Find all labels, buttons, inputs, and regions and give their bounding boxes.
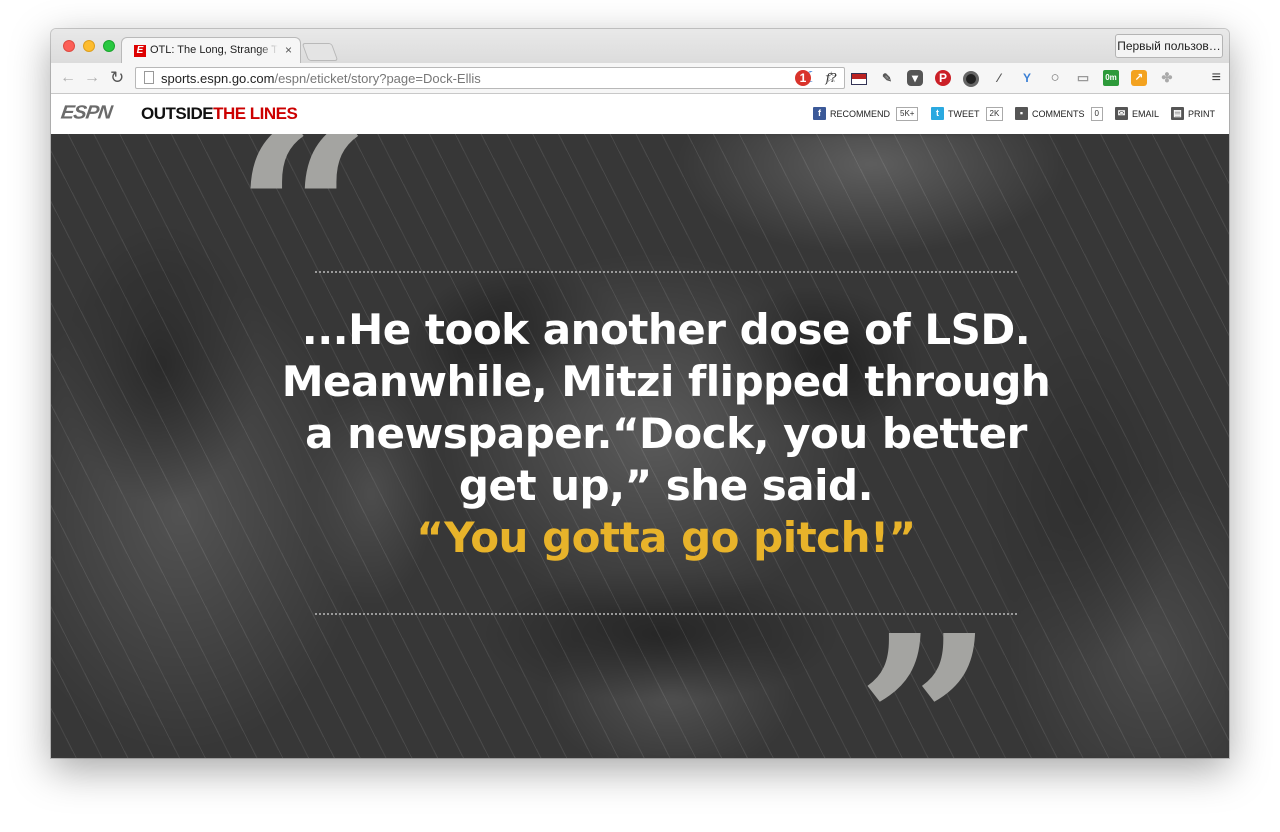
outside-the-lines-logo[interactable]: OUTSIDETHE LINES [141, 104, 298, 124]
pull-quote-text: ...He took another dose of LSD. Meanwhil… [251, 304, 1081, 564]
print-label: PRINT [1188, 109, 1215, 119]
timer-extension-icon[interactable]: 0m [1103, 70, 1119, 86]
paw-icon[interactable]: ✤ [1159, 70, 1175, 86]
recommend-button[interactable]: f RECOMMEND 5K+ [813, 107, 919, 121]
pocket-icon[interactable]: ▾ [907, 70, 923, 86]
flag-us-icon[interactable] [851, 73, 867, 85]
eyedropper-icon[interactable]: ⁄ [991, 70, 1007, 86]
reload-icon[interactable]: ↻ [110, 69, 124, 87]
back-arrow-icon[interactable]: ← [60, 69, 76, 87]
email-label: EMAIL [1132, 109, 1160, 119]
comments-button[interactable]: ▪ COMMENTS 0 [1015, 107, 1103, 121]
quote-line-4: get up,” she said. [458, 461, 874, 510]
browser-toolbar: ← → ↻ sports.espn.go.com/espn/eticket/st… [51, 63, 1229, 94]
site-header: ESPN OUTSIDETHE LINES f RECOMMEND 5K+ t TWE… [51, 94, 1229, 134]
print-button[interactable]: ▤ PRINT [1171, 107, 1215, 121]
url-text[interactable]: sports.espn.go.com/espn/eticket/story?pa… [161, 71, 481, 86]
tab-active[interactable]: E OTL: The Long, Strange Tri × [121, 37, 301, 63]
quote-line-3: a newspaper.“Dock, you better [305, 409, 1027, 458]
tweet-label: TWEET [948, 109, 980, 119]
recommend-count: 5K+ [896, 107, 919, 121]
recommend-label: RECOMMEND [830, 109, 890, 119]
tab-strip: E OTL: The Long, Strange Tri × Первый по… [51, 29, 1229, 63]
comments-count: 0 [1090, 107, 1103, 121]
close-window-button[interactable] [63, 40, 75, 52]
facebook-icon: f [813, 107, 826, 120]
quote-line-2: Meanwhile, Mitzi flipped through [281, 357, 1051, 406]
page-icon [144, 71, 154, 84]
evernote-icon[interactable]: ✎ [879, 70, 895, 86]
new-tab-button[interactable] [301, 43, 339, 61]
espn-favicon-icon: E [134, 45, 146, 57]
refresh-circle-icon[interactable]: ○ [1047, 70, 1063, 86]
url-path: /espn/eticket/story?page=Dock-Ellis [274, 71, 481, 86]
twitter-icon: t [931, 107, 944, 120]
analytics-chart-icon[interactable]: ↗ [1131, 70, 1147, 86]
tweet-count: 2K [985, 107, 1004, 121]
browser-window: E OTL: The Long, Strange Tri × Первый по… [51, 29, 1229, 758]
tweet-button[interactable]: t TWEET 2K [931, 107, 1004, 121]
otl-logo-part2: THE LINES [213, 104, 298, 123]
pull-quote-hero: “ ...He took another dose of LSD. Meanwh… [51, 134, 1229, 758]
menu-hamburger-icon[interactable]: ≡ [1212, 69, 1221, 87]
timer-extension-text: 0m [1105, 73, 1117, 82]
address-bar[interactable]: sports.espn.go.com/espn/eticket/story?pa… [135, 67, 845, 89]
print-icon: ▤ [1171, 107, 1184, 120]
profile-button[interactable]: Первый пользов… [1115, 34, 1223, 58]
dotted-divider-top [315, 271, 1017, 273]
url-host: sports.espn.go.com [161, 71, 275, 86]
extension-badge-icon[interactable]: 1 [795, 70, 811, 86]
minimize-window-button[interactable] [83, 40, 95, 52]
camera-lens-icon[interactable] [963, 71, 979, 87]
espn-logo[interactable]: ESPN [59, 103, 113, 125]
close-quote-mark: ” [856, 583, 994, 758]
comments-label: COMMENTS [1032, 109, 1085, 119]
tab-title: OTL: The Long, Strange Tri [150, 44, 278, 56]
email-button[interactable]: ✉ EMAIL [1115, 107, 1159, 121]
reader-icon[interactable]: ▭ [1075, 70, 1091, 86]
forward-arrow-icon[interactable]: → [84, 69, 100, 87]
zoom-window-button[interactable] [103, 40, 115, 52]
pinterest-icon[interactable]: P [935, 70, 951, 86]
extension-badge-count: 1 [799, 71, 807, 85]
quote-line-1: ...He took another dose of LSD. [301, 305, 1031, 354]
quote-line-highlight: “You gotta go pitch!” [416, 513, 916, 562]
email-icon: ✉ [1115, 107, 1128, 120]
comments-icon: ▪ [1015, 107, 1028, 120]
y-extension-icon[interactable]: Y [1019, 70, 1035, 86]
font-finder-icon[interactable]: f? [823, 70, 839, 86]
tab-close-icon[interactable]: × [285, 43, 292, 57]
otl-logo-part1: OUTSIDE [141, 104, 214, 123]
